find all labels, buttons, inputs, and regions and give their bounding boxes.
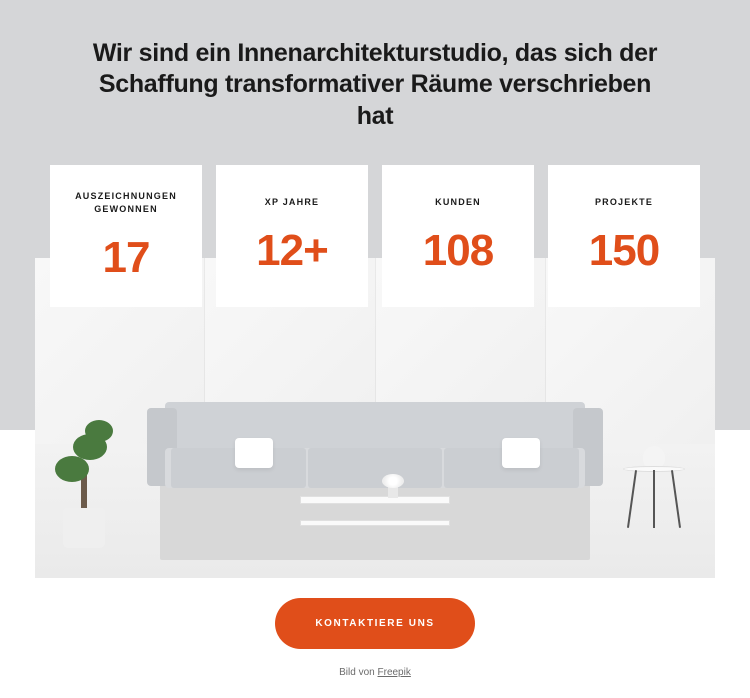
image-credit: Bild von Freepik bbox=[0, 667, 750, 678]
side-table bbox=[623, 466, 685, 530]
page-headline: Wir sind ein Innenarchitekturstudio, das… bbox=[0, 0, 750, 132]
flowers-icon bbox=[382, 474, 404, 498]
coffee-table bbox=[300, 496, 450, 530]
credit-link[interactable]: Freepik bbox=[378, 667, 411, 678]
stat-label: XP JAHRE bbox=[265, 196, 319, 210]
stat-value: 17 bbox=[103, 233, 150, 283]
stat-label: KUNDEN bbox=[435, 196, 481, 210]
stat-label: PROJEKTE bbox=[595, 196, 653, 210]
bonsai-plant-icon bbox=[53, 408, 115, 548]
table-lamp-icon bbox=[643, 446, 665, 468]
pillow-icon bbox=[235, 438, 273, 468]
hero-section: Wir sind ein Innenarchitekturstudio, das… bbox=[0, 0, 750, 430]
contact-button[interactable]: KONTAKTIERE UNS bbox=[275, 598, 474, 649]
pillow-icon bbox=[502, 438, 540, 468]
credit-prefix: Bild von bbox=[339, 667, 377, 678]
stat-value: 150 bbox=[589, 226, 659, 276]
stat-card-clients: KUNDEN 108 bbox=[382, 165, 534, 307]
stats-row: AUSZEICHNUNGEN GEWONNEN 17 XP JAHRE 12+ … bbox=[50, 165, 700, 307]
cta-section: KONTAKTIERE UNS bbox=[0, 598, 750, 649]
stat-value: 12+ bbox=[256, 226, 328, 276]
stat-value: 108 bbox=[423, 226, 493, 276]
stat-label: AUSZEICHNUNGEN GEWONNEN bbox=[58, 190, 194, 217]
stat-card-projects: PROJEKTE 150 bbox=[548, 165, 700, 307]
stat-card-xp: XP JAHRE 12+ bbox=[216, 165, 368, 307]
stat-card-awards: AUSZEICHNUNGEN GEWONNEN 17 bbox=[50, 165, 202, 307]
